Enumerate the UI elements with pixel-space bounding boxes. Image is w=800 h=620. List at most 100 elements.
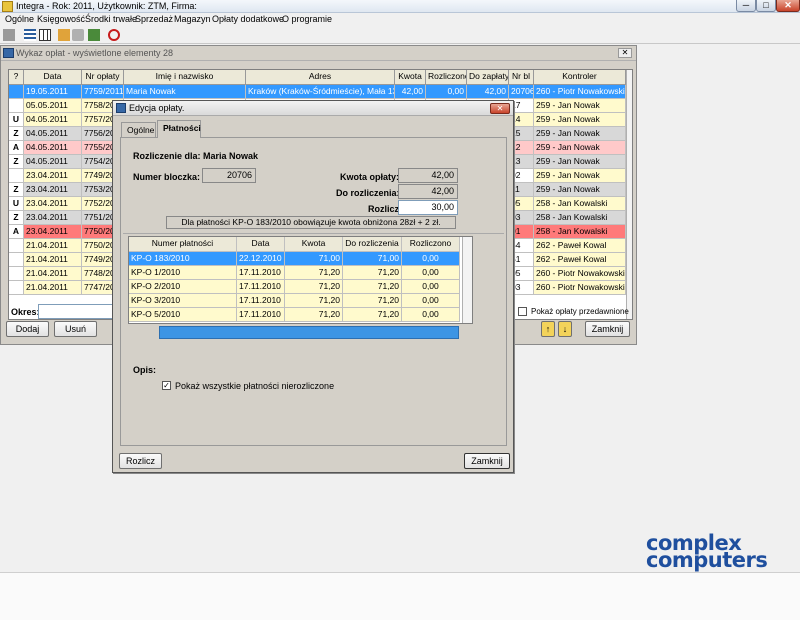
table-cell-date[interactable]: 23.04.2011 <box>24 183 82 197</box>
column-header[interactable]: Nr opłaty <box>82 70 124 85</box>
column-header[interactable]: Kwota <box>395 70 426 85</box>
payments-column-header[interactable]: Kwota <box>285 237 343 252</box>
table-cell-flag[interactable]: A <box>9 141 24 155</box>
table-cell-dozap[interactable]: 42,00 <box>467 85 509 99</box>
table-cell-kontroler[interactable]: 262 - Paweł Kowal <box>534 253 626 267</box>
opis-input[interactable] <box>159 326 459 339</box>
table-cell-date[interactable]: 04.05.2011 <box>24 141 82 155</box>
table-cell-kontroler[interactable]: 259 - Jan Nowak <box>534 155 626 169</box>
menu-ksiegowosc[interactable]: Księgowość <box>37 14 85 24</box>
menu-srodki-trwale[interactable]: Środki trwałe <box>85 14 137 24</box>
column-header[interactable]: Rozliczono <box>426 70 467 85</box>
payments-cell[interactable]: 71,20 <box>285 294 343 308</box>
show-expired-checkbox[interactable] <box>518 307 527 316</box>
tab-ogolne[interactable]: Ogólne <box>121 122 156 138</box>
payments-cell[interactable]: 71,20 <box>285 308 343 322</box>
table-cell-kwota[interactable]: 42,00 <box>395 85 426 99</box>
table-cell-kontroler[interactable]: 262 - Paweł Kowal <box>534 239 626 253</box>
table-cell-date[interactable]: 23.04.2011 <box>24 211 82 225</box>
menu-sprzedaz[interactable]: Sprzedaż <box>135 14 173 24</box>
table-cell-date[interactable]: 21.04.2011 <box>24 281 82 295</box>
payments-cell[interactable]: 71,20 <box>343 294 402 308</box>
menu-magazyn[interactable]: Magazyn <box>174 14 211 24</box>
payments-cell[interactable]: 71,00 <box>285 252 343 266</box>
table-cell-rozl[interactable]: 0,00 <box>426 85 467 99</box>
fee-list-close-button[interactable]: ✕ <box>618 48 632 58</box>
table-cell-flag[interactable]: Z <box>9 211 24 225</box>
table-cell-flag[interactable] <box>9 169 24 183</box>
add-button[interactable]: Dodaj <box>6 321 49 337</box>
payments-cell[interactable]: 22.12.2010 <box>237 252 285 266</box>
close-list-button[interactable]: Zamknij <box>585 321 630 337</box>
column-header[interactable]: Imię i nazwisko <box>124 70 246 85</box>
payments-cell[interactable]: KP-O 5/2010 <box>129 308 237 322</box>
dialog-close-button[interactable]: ✕ <box>490 103 510 114</box>
table-cell-date[interactable]: 04.05.2011 <box>24 113 82 127</box>
users-icon[interactable] <box>58 29 70 41</box>
column-header[interactable]: Nr bl <box>509 70 534 85</box>
table-cell-name[interactable]: Maria Nowak <box>124 85 246 99</box>
payments-column-header[interactable]: Rozliczono <box>402 237 460 252</box>
menu-ogolne[interactable]: Ogólne <box>5 14 34 24</box>
show-all-checkbox[interactable]: ✓ <box>162 381 171 390</box>
payments-cell[interactable]: 71,20 <box>285 280 343 294</box>
payments-cell[interactable]: 0,00 <box>402 266 460 280</box>
payments-cell[interactable]: 17.11.2010 <box>237 308 285 322</box>
table-cell-flag[interactable] <box>9 267 24 281</box>
arrow-up-icon[interactable]: ↑ <box>541 321 555 337</box>
tab-platnosci[interactable]: Płatności <box>157 120 201 138</box>
settle-button[interactable]: Rozlicz <box>119 453 162 469</box>
table-cell-flag[interactable] <box>9 281 24 295</box>
table-cell-kontroler[interactable]: 258 - Jan Kowalski <box>534 197 626 211</box>
payments-cell[interactable]: 0,00 <box>402 252 460 266</box>
table-cell-date[interactable]: 21.04.2011 <box>24 253 82 267</box>
column-header[interactable]: Data <box>24 70 82 85</box>
arrow-down-icon[interactable]: ↓ <box>558 321 572 337</box>
payments-column-header[interactable]: Data <box>237 237 285 252</box>
payments-cell[interactable]: KP-O 1/2010 <box>129 266 237 280</box>
payments-cell[interactable]: 71,20 <box>343 280 402 294</box>
table-cell-kontroler[interactable]: 260 - Piotr Nowakowski <box>534 267 626 281</box>
payments-cell[interactable]: 17.11.2010 <box>237 280 285 294</box>
payments-cell[interactable]: 17.11.2010 <box>237 266 285 280</box>
minimize-button[interactable]: ─ <box>736 0 756 12</box>
rozlicz-input[interactable]: 30,00 <box>398 200 458 215</box>
payments-table[interactable]: Numer płatności Data Kwota Do rozliczenia Ro… <box>128 236 473 324</box>
payments-cell[interactable]: 0,00 <box>402 280 460 294</box>
edit-icon[interactable] <box>88 29 100 41</box>
table-cell-date[interactable]: 04.05.2011 <box>24 155 82 169</box>
dialog-close-btn[interactable]: Zamknij <box>464 453 510 469</box>
table-cell-kontroler[interactable]: 258 - Jan Kowalski <box>534 211 626 225</box>
payments-cell[interactable]: 71,20 <box>343 308 402 322</box>
payments-scrollbar[interactable] <box>462 237 472 323</box>
payments-cell[interactable]: 71,20 <box>285 266 343 280</box>
table-cell-nr[interactable]: 7759/2011 <box>82 85 124 99</box>
table-cell-date[interactable]: 23.04.2011 <box>24 197 82 211</box>
table-cell-flag[interactable] <box>9 253 24 267</box>
column-header[interactable]: Kontroler <box>534 70 626 85</box>
table-cell-kontroler[interactable]: 260 - Piotr Nowakowski <box>534 281 626 295</box>
payments-cell[interactable]: KP-O 3/2010 <box>129 294 237 308</box>
payments-cell[interactable]: 71,00 <box>343 252 402 266</box>
table-cell-kontroler[interactable]: 259 - Jan Nowak <box>534 141 626 155</box>
table-cell-flag[interactable]: Z <box>9 183 24 197</box>
table-cell-date[interactable]: 05.05.2011 <box>24 99 82 113</box>
lock-icon[interactable] <box>72 29 84 41</box>
column-header[interactable]: Do zapłaty <box>467 70 509 85</box>
maximize-button[interactable]: □ <box>756 0 776 12</box>
table-cell-addr[interactable]: Kraków (Kraków-Śródmieście), Mała 13 <box>246 85 395 99</box>
table-cell-kontroler[interactable]: 259 - Jan Nowak <box>534 183 626 197</box>
column-header[interactable]: ? <box>9 70 24 85</box>
menu-o-programie[interactable]: O programie <box>282 14 332 24</box>
table-cell-date[interactable]: 23.04.2011 <box>24 225 82 239</box>
column-header[interactable]: Adres <box>246 70 395 85</box>
table-cell-nrbl[interactable]: 20706 <box>509 85 534 99</box>
close-button[interactable]: ✕ <box>776 0 800 12</box>
payments-cell[interactable]: 17.11.2010 <box>237 294 285 308</box>
table-cell-date[interactable]: 21.04.2011 <box>24 239 82 253</box>
table-cell-flag[interactable]: A <box>9 225 24 239</box>
back-icon[interactable] <box>3 29 15 41</box>
table-cell-date[interactable]: 19.05.2011 <box>24 85 82 99</box>
table-cell-date[interactable]: 23.04.2011 <box>24 169 82 183</box>
table-cell-kontroler[interactable]: 259 - Jan Nowak <box>534 113 626 127</box>
